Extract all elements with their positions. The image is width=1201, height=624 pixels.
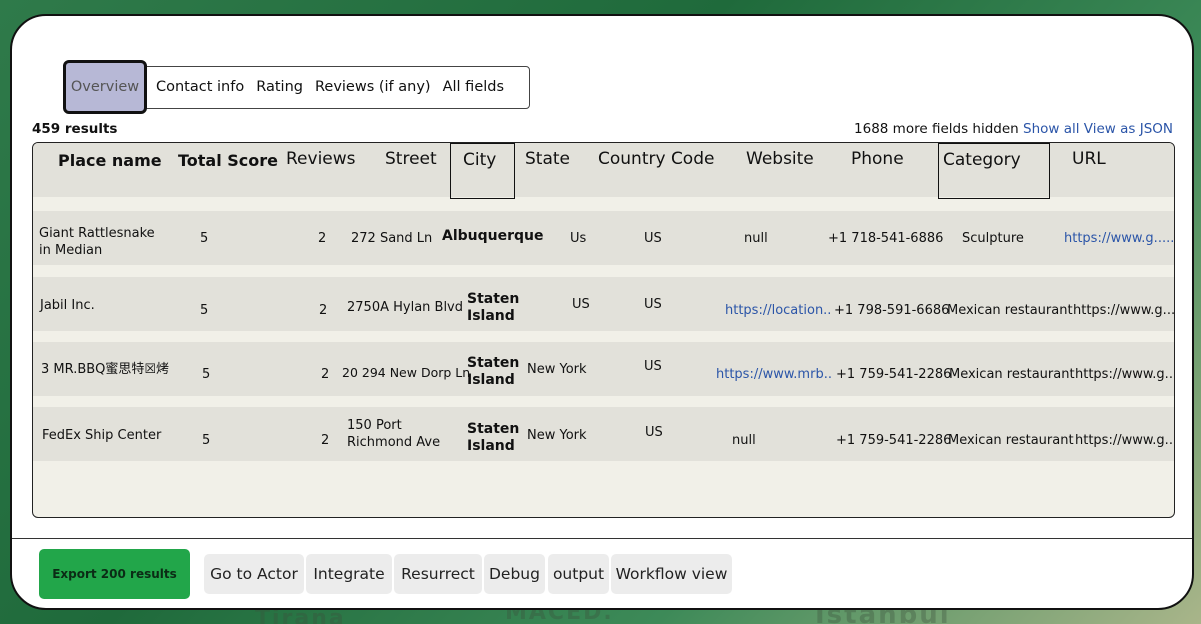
cell-category: Mexican restaurant [949,367,1075,382]
tab-reviews[interactable]: Reviews (if any) [310,66,438,109]
cell-street: 150 Port Richmond Ave [347,418,441,450]
cell-country-code: US [644,231,662,246]
view-tabs: Overview Contact info Rating Reviews (if… [63,60,530,114]
cell-website-link[interactable]: https://www.mrb.. [716,366,832,383]
header-category[interactable]: Category [938,143,1050,199]
cell-phone: +1 798-591-6686 [834,303,950,318]
cell-city: Albuquerque [442,228,544,244]
results-window: Overview Contact info Rating Reviews (if… [10,14,1194,610]
cell-phone: +1 759-541-2286 [836,433,952,448]
table-header: Place name Total Score Reviews Street Ci… [33,143,1174,199]
table-row[interactable]: 3 MR.BBQ蜜思特☒烤 5 2 20 294 New Dorp Ln Sta… [33,342,1174,396]
header-street[interactable]: Street [385,149,437,169]
header-phone[interactable]: Phone [851,149,904,169]
cell-url-link[interactable]: https://www.g...... [1064,230,1174,247]
cell-state: New York [527,362,587,377]
tab-group: Contact info Rating Reviews (if any) All… [151,66,511,109]
cell-street: 20 294 New Dorp Ln [342,365,471,380]
cell-total-score: 5 [200,231,209,246]
cell-city: Staten Island [467,421,520,454]
go-to-actor-button[interactable]: Go to Actor [204,554,304,594]
cell-reviews: 2 [318,231,327,246]
cell-city: Staten Island [467,355,520,388]
header-place-name[interactable]: Place name [58,151,162,170]
cell-reviews: 2 [321,367,330,382]
cell-category: Sculpture [962,231,1024,246]
tab-rating[interactable]: Rating [251,66,310,109]
tab-overview[interactable]: Overview [63,60,147,114]
cell-website: null [744,231,768,246]
cell-reviews: 2 [321,433,330,448]
header-website[interactable]: Website [746,149,814,169]
cell-url[interactable]: https://www.g... [1075,432,1174,449]
cell-reviews: 2 [319,303,328,318]
cell-phone: +1 759-541-2286 [836,367,952,382]
view-as-json-link[interactable]: View as JSON [1084,121,1173,137]
cell-place-name: 3 MR.BBQ蜜思特☒烤 [41,362,170,377]
header-url[interactable]: URL [1072,149,1106,169]
cell-country-code: US [644,297,662,312]
cell-total-score: 5 [202,367,211,382]
debug-button[interactable]: Debug [484,554,545,594]
table-row[interactable]: FedEx Ship Center 5 2 150 Port Richmond … [33,407,1174,461]
footer-divider [12,538,1192,539]
cell-website: null [732,433,756,448]
cell-phone: +1 718-541-6886 [828,231,944,246]
results-table: Place name Total Score Reviews Street Ci… [32,142,1175,518]
header-total-score[interactable]: Total Score [178,151,278,170]
cell-total-score: 5 [202,433,211,448]
tab-all-fields[interactable]: All fields [438,66,511,109]
export-results-button[interactable]: Export 200 results [39,549,190,599]
show-all-link[interactable]: Show all [1023,121,1080,137]
cell-total-score: 5 [200,303,209,318]
table-row[interactable]: Giant Rattlesnake in Median 5 2 272 Sand… [33,211,1174,265]
resurrect-button[interactable]: Resurrect [394,554,482,594]
workflow-view-button[interactable]: Workflow view [611,554,732,594]
header-city[interactable]: City [450,143,515,199]
cell-street: 2750A Hylan Blvd [347,300,464,315]
cell-place-name: Jabil Inc. [40,298,95,313]
tab-contact-info[interactable]: Contact info [151,66,251,109]
cell-state: Us [570,231,587,246]
output-button[interactable]: output [548,554,609,594]
hidden-fields-info: 1688 more fields hidden Show all View as… [854,121,1173,137]
cell-place-name: FedEx Ship Center [42,428,162,443]
cell-state: New York [527,428,587,443]
cell-category: Mexican restaurant [948,433,1074,448]
cell-place-name: Giant Rattlesnake in Median [39,226,155,258]
cell-country-code: US [645,425,663,440]
cell-country-code: US [644,359,662,374]
cell-website-link[interactable]: https://location.. [725,302,831,319]
cell-category: Mexican restaurant [947,303,1073,318]
integrate-button[interactable]: Integrate [306,554,392,594]
results-count: 459 results [32,121,118,137]
cell-city: Staten Island [467,291,520,324]
cell-state: US [572,297,590,312]
cell-street: 272 Sand Ln [351,231,433,246]
cell-url[interactable]: https://www.g... [1073,302,1174,319]
header-country-code[interactable]: Country Code [598,149,714,169]
cell-url[interactable]: https://www.g... [1075,366,1174,383]
header-state[interactable]: State [525,149,570,169]
hidden-fields-count: 1688 more fields hidden [854,121,1019,137]
table-row[interactable]: Jabil Inc. 5 2 2750A Hylan Blvd Staten I… [33,277,1174,331]
header-reviews[interactable]: Reviews [286,149,356,169]
